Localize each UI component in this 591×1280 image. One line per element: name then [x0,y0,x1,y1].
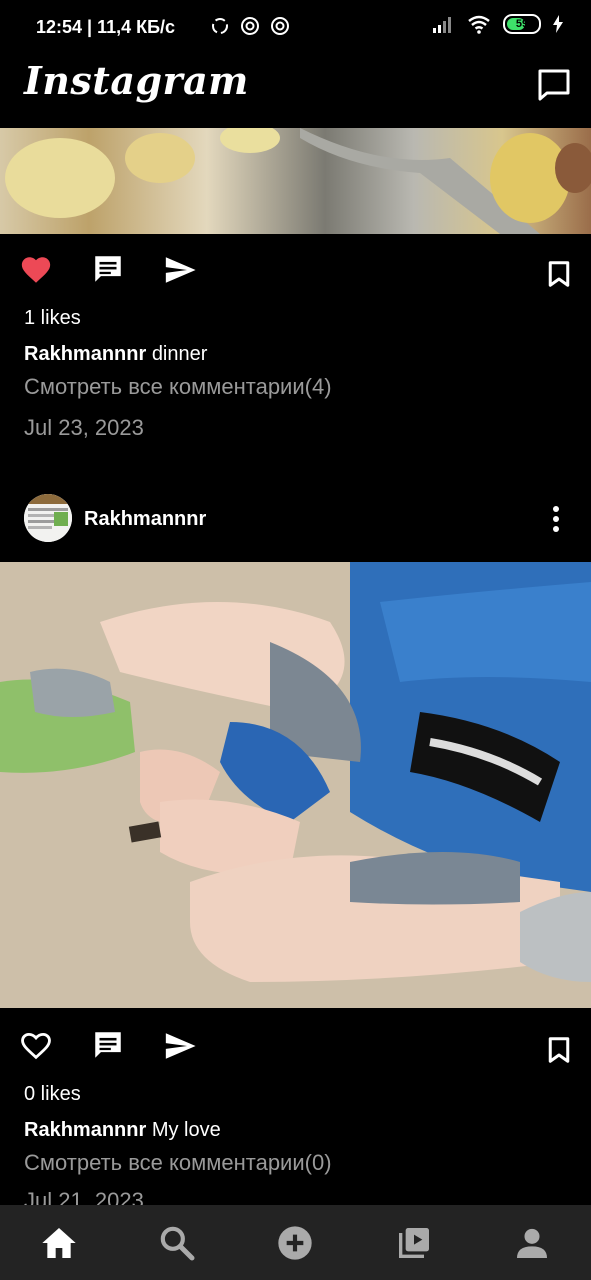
post-2-author[interactable]: Rakhmannnr [84,508,206,531]
post-1-view-comments[interactable]: Смотреть все комментарии(4) [24,374,332,400]
bookmark-icon[interactable] [544,259,574,289]
post-image-2[interactable] [0,562,591,1008]
post-image-1-graphic [5,128,591,234]
nav-add[interactable] [271,1219,319,1267]
post-1-caption-row: Rakhmannnr dinner [24,343,207,366]
post-2-caption-row: Rakhmannnr My love [24,1119,221,1142]
avatar[interactable] [24,494,72,542]
post-1-likes: 1 likes [24,307,81,329]
post-image-1[interactable] [0,128,591,234]
status-system-icons: 59 [431,14,563,34]
post-1-date: Jul 23, 2023 [24,415,144,440]
home-icon [42,1227,76,1258]
post-2-caption-username[interactable]: Rakhmannnr [24,1119,146,1141]
heart-outline-icon[interactable] [19,1029,53,1063]
battery-indicator: 59 [503,14,541,34]
post-1-actions [0,240,591,300]
add-icon [278,1225,313,1260]
nav-search[interactable] [153,1219,201,1267]
instagram-logo: Instagram [24,58,249,103]
avatar-image [24,494,72,542]
wifi-icon [468,15,490,34]
battery-level: 59 [515,18,529,30]
app-notification-icon [241,17,259,35]
messages-icon[interactable] [535,66,573,104]
more-vertical-icon[interactable] [547,504,565,534]
reels-icon [398,1227,429,1258]
heart-filled-icon[interactable] [19,253,53,287]
post-1-caption-text: dinner [151,343,208,365]
search-icon [161,1226,195,1260]
nav-profile[interactable] [508,1219,556,1267]
nav-home[interactable] [35,1219,83,1267]
send-icon[interactable] [163,253,197,287]
charging-icon [553,15,563,33]
signal-icon [433,17,451,33]
status-notification-icons [210,16,290,36]
profile-icon [516,1228,547,1258]
comment-icon[interactable] [91,252,125,286]
post-2-caption-text: My love [151,1119,221,1141]
send-icon[interactable] [163,1029,197,1063]
app-notification-icon-2 [271,17,289,35]
post-1-caption-username[interactable]: Rakhmannnr [24,343,146,365]
post-2-view-comments[interactable]: Смотреть все комментарии(0) [24,1150,332,1176]
post-image-2-graphic [0,562,591,1008]
sync-icon [212,18,228,34]
post-2-actions [0,1016,591,1076]
bottom-navigation [0,1205,591,1280]
bookmark-icon[interactable] [544,1035,574,1065]
status-time-and-speed: 12:54 | 11,4 КБ/с [36,17,176,37]
status-bar: 12:54 | 11,4 КБ/с 59 [0,0,591,56]
comment-icon[interactable] [91,1028,125,1062]
nav-reels[interactable] [390,1219,438,1267]
post-2-likes: 0 likes [24,1083,81,1105]
